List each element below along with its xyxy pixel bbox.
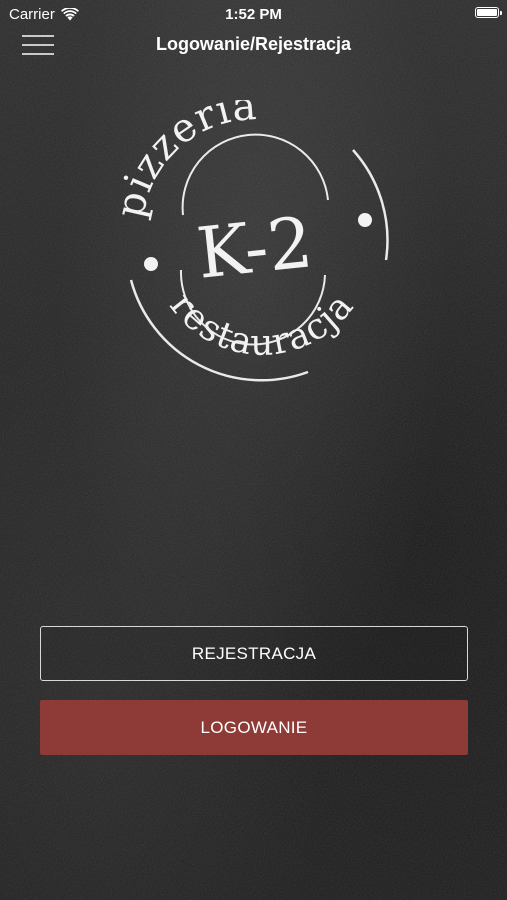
navigation-bar: Logowanie/Rejestracja	[0, 28, 507, 62]
pizzeria-k2-logo: pizzeria restauracja K-2	[107, 100, 389, 382]
logo-bottom-text: restauracja	[162, 285, 362, 363]
login-button-label: LOGOWANIE	[200, 717, 308, 737]
logo-center-text: K-2	[193, 201, 316, 295]
status-time: 1:52 PM	[225, 6, 282, 23]
page-title: Logowanie/Rejestracja	[155, 34, 352, 54]
battery-icon	[475, 7, 502, 18]
login-button[interactable]: LOGOWANIE	[40, 700, 468, 755]
status-bar: Carrier 1:52 PM	[0, 0, 507, 28]
register-button-label: REJESTRACJA	[191, 643, 317, 663]
app-screen: Carrier 1:52 PM Logowanie/Rejestracja pi…	[0, 0, 507, 900]
register-button[interactable]: REJESTRACJA	[40, 626, 468, 681]
